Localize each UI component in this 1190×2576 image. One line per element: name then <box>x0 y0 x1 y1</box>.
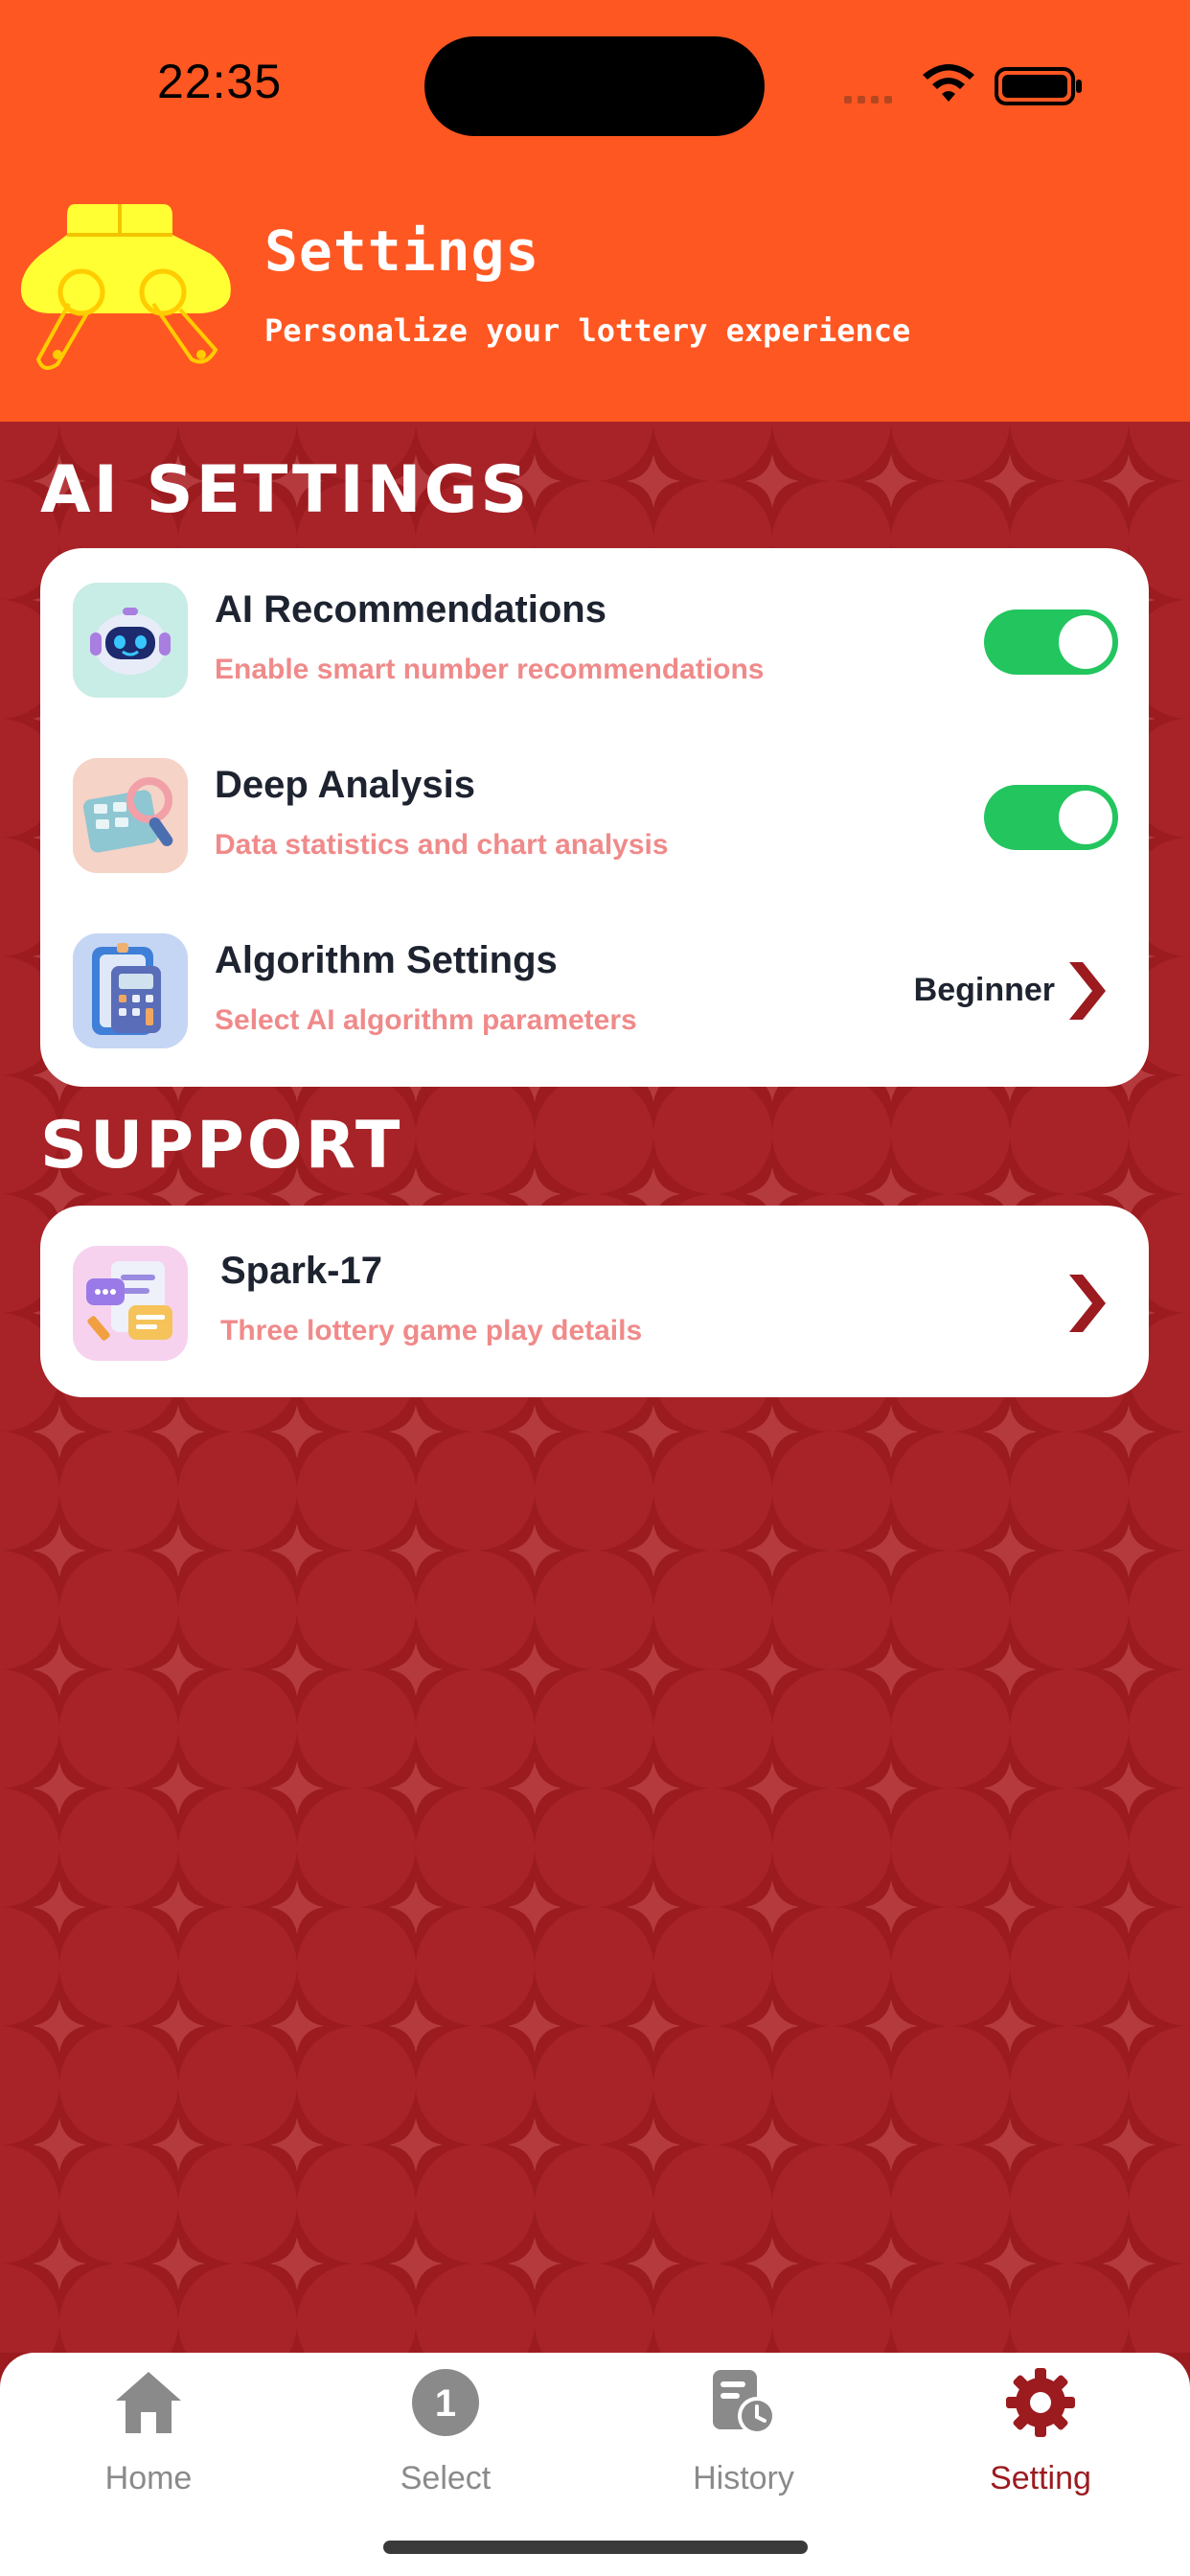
robot-logo-icon <box>19 196 235 388</box>
history-clock-icon <box>709 2368 778 2437</box>
tab-home[interactable]: Home <box>34 2368 263 2512</box>
chevron-right-icon <box>1062 1269 1110 1338</box>
wifi-icon <box>923 64 974 102</box>
toggle-knob <box>1059 791 1112 844</box>
deep-analysis-title: Deep Analysis <box>215 764 475 806</box>
tab-history[interactable]: History <box>629 2368 858 2512</box>
ai-settings-card: AI Recommendations Enable smart number r… <box>40 548 1149 1087</box>
chat-document-icon <box>73 1246 188 1361</box>
support-card: Spark-17 Three lottery game play details <box>40 1206 1149 1397</box>
spark-17-row[interactable]: Spark-17 Three lottery game play details <box>40 1213 1149 1388</box>
gear-icon <box>1006 2368 1075 2437</box>
tab-setting[interactable]: Setting <box>926 2368 1156 2512</box>
section-heading-ai-settings: AI SETTINGS <box>40 452 531 528</box>
page-title: Settings <box>264 218 540 284</box>
tab-setting-label: Setting <box>990 2460 1091 2496</box>
toggle-knob <box>1059 615 1112 669</box>
deep-analysis-subtitle: Data statistics and chart analysis <box>215 829 669 861</box>
section-heading-support: SUPPORT <box>40 1108 403 1184</box>
spark-17-subtitle: Three lottery game play details <box>220 1315 643 1346</box>
algorithm-settings-subtitle: Select AI algorithm parameters <box>215 1004 637 1036</box>
tab-home-label: Home <box>104 2460 193 2496</box>
calculator-icon <box>73 933 188 1048</box>
algorithm-level-value: Beginner <box>913 972 1055 1008</box>
spark-17-title: Spark-17 <box>220 1250 382 1292</box>
home-indicator <box>383 2541 808 2554</box>
tab-select-label: Select <box>400 2460 492 2496</box>
home-icon <box>114 2368 183 2437</box>
status-time: 22:35 <box>157 55 283 108</box>
algorithm-settings-title: Algorithm Settings <box>215 939 558 981</box>
status-bar: 22:35 <box>0 0 1190 172</box>
ai-recommendations-title: AI Recommendations <box>215 588 606 631</box>
page-subtitle: Personalize your lottery experience <box>264 312 911 349</box>
robot-icon <box>73 583 188 698</box>
select-badge-number: 1 <box>435 2382 456 2425</box>
ai-recommendations-row: AI Recommendations Enable smart number r… <box>40 548 1149 723</box>
header: 22:35 Settings Personalize your lottery … <box>0 0 1190 422</box>
chevron-right-icon <box>1062 956 1110 1025</box>
algorithm-settings-row[interactable]: Algorithm Settings Select AI algorithm p… <box>40 899 1149 1073</box>
dynamic-island <box>424 36 765 136</box>
signal-icon <box>844 96 892 104</box>
ai-recommendations-toggle[interactable] <box>984 610 1118 675</box>
analysis-icon <box>73 758 188 873</box>
tab-select[interactable]: 1 Select <box>331 2368 561 2512</box>
deep-analysis-row: Deep Analysis Data statistics and chart … <box>40 724 1149 898</box>
deep-analysis-toggle[interactable] <box>984 785 1118 850</box>
number-one-icon: 1 <box>411 2368 480 2437</box>
battery-icon <box>995 67 1082 105</box>
ai-recommendations-subtitle: Enable smart number recommendations <box>215 654 765 685</box>
tab-history-label: History <box>693 2460 794 2496</box>
status-icons <box>838 63 1087 111</box>
